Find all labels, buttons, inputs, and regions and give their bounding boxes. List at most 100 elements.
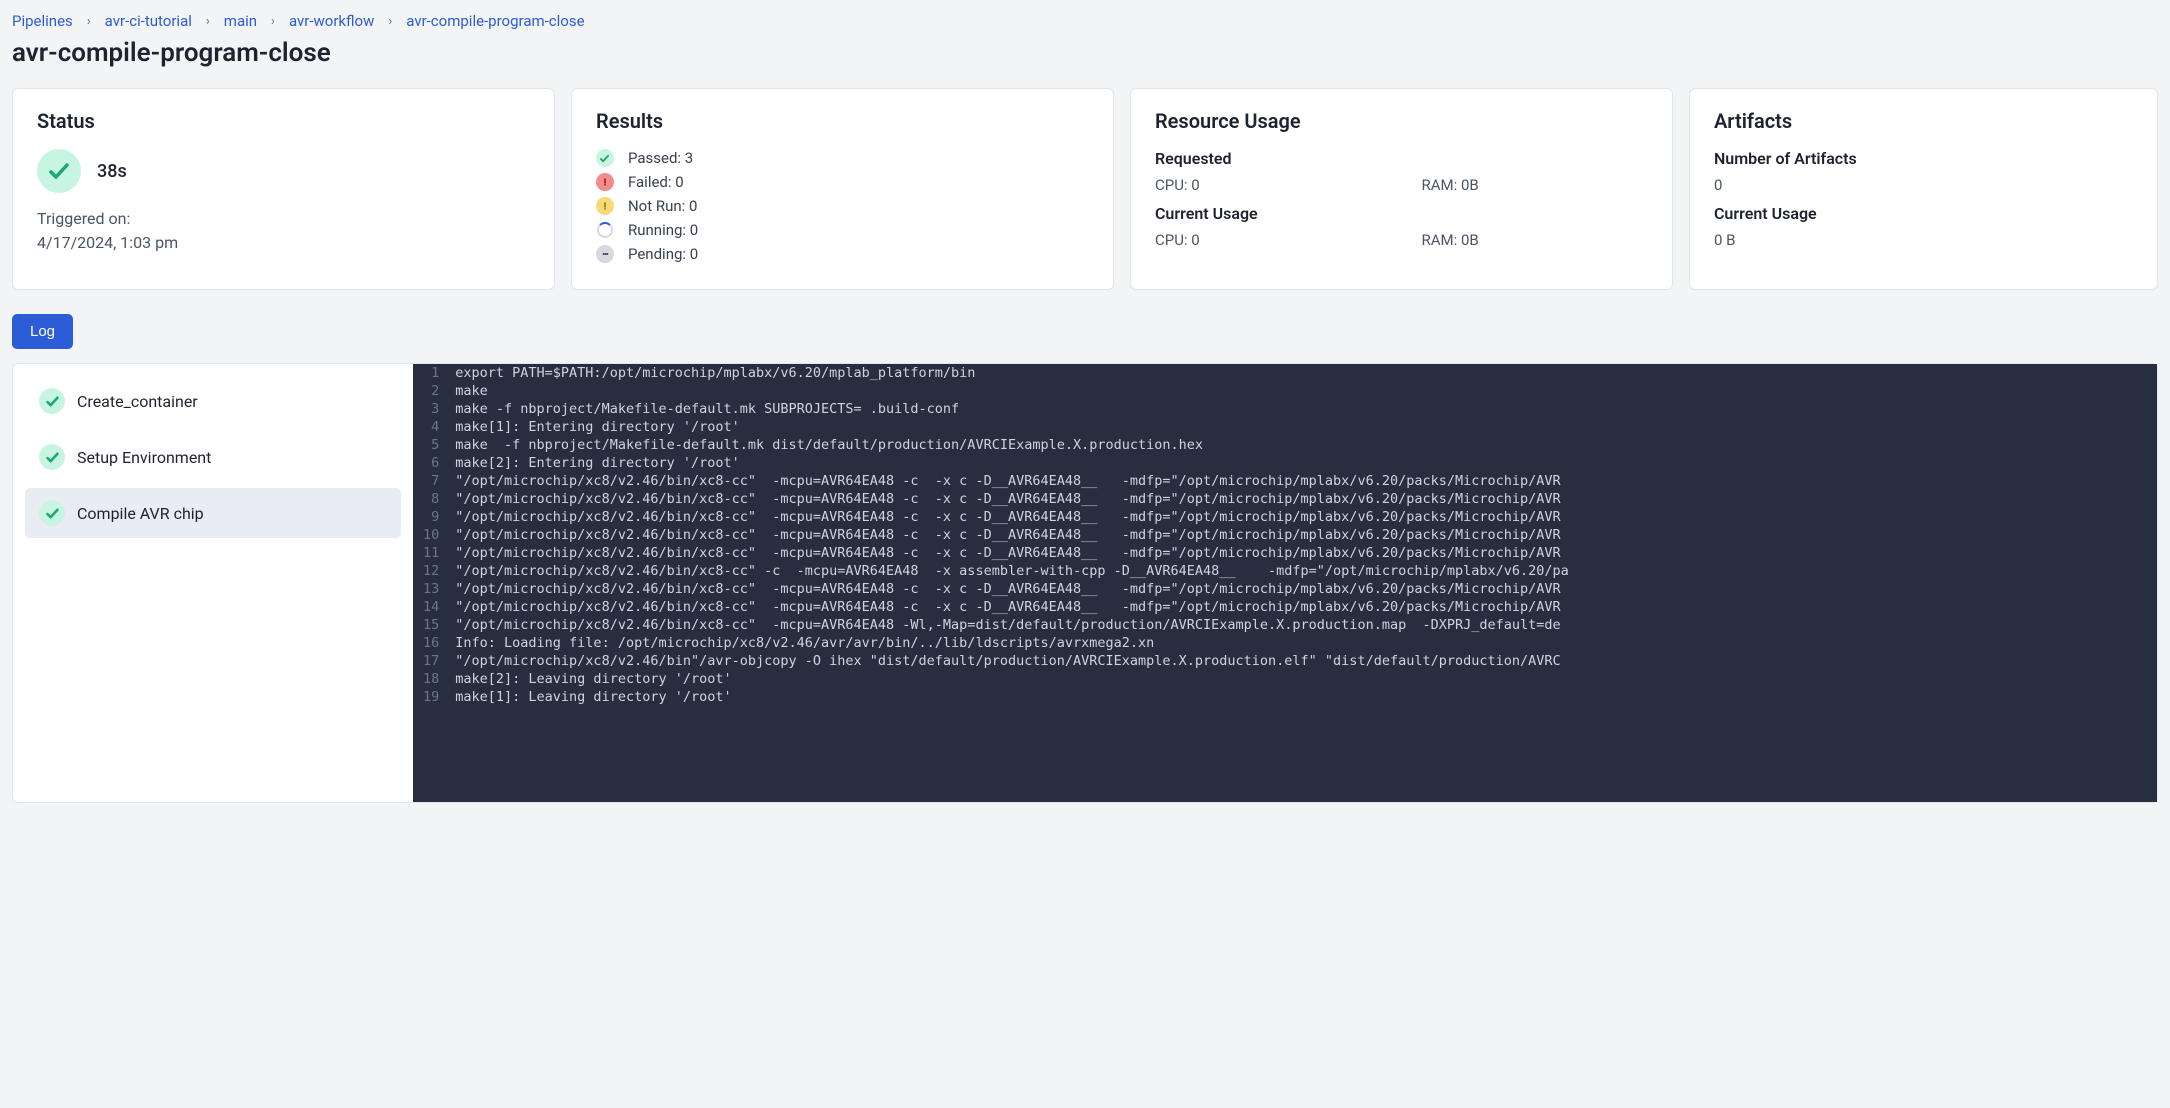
line-content: make[1]: Entering directory '/root' (449, 418, 2157, 436)
req-ram: RAM: 0B (1421, 176, 1648, 194)
line-number: 9 (413, 508, 449, 526)
line-number: 15 (413, 616, 449, 634)
line-number: 19 (413, 688, 449, 706)
results-running-row: Running: 0 (596, 221, 1089, 239)
step-label: Create_container (77, 392, 198, 411)
line-content: Info: Loading file: /opt/microchip/xc8/v… (449, 634, 2157, 652)
log-line: 13"/opt/microchip/xc8/v2.46/bin/xc8-cc" … (413, 580, 2157, 598)
pending-icon: ••• (596, 245, 614, 263)
results-notrun: Not Run: 0 (628, 197, 697, 215)
log-line: 17"/opt/microchip/xc8/v2.46/bin"/avr-obj… (413, 652, 2157, 670)
chevron-right-icon: › (206, 14, 210, 29)
results-card: Results Passed: 3 Failed: 0 Not Run: 0 R… (571, 88, 1114, 290)
log-output[interactable]: 1export PATH=$PATH:/opt/microchip/mplabx… (413, 364, 2157, 802)
line-number: 13 (413, 580, 449, 598)
log-line: 7"/opt/microchip/xc8/v2.46/bin/xc8-cc" -… (413, 472, 2157, 490)
log-line: 15"/opt/microchip/xc8/v2.46/bin/xc8-cc" … (413, 616, 2157, 634)
log-line: 11"/opt/microchip/xc8/v2.46/bin/xc8-cc" … (413, 544, 2157, 562)
line-number: 10 (413, 526, 449, 544)
step-setup-environment[interactable]: Setup Environment (25, 432, 401, 482)
resource-heading: Resource Usage (1155, 109, 1648, 133)
log-line: 18make[2]: Leaving directory '/root' (413, 670, 2157, 688)
breadcrumb: Pipelines › avr-ci-tutorial › main › avr… (12, 12, 2158, 30)
line-number: 6 (413, 454, 449, 472)
log-line: 1export PATH=$PATH:/opt/microchip/mplabx… (413, 364, 2157, 382)
line-number: 18 (413, 670, 449, 688)
status-duration: 38s (97, 161, 127, 182)
line-content: "/opt/microchip/xc8/v2.46/bin/xc8-cc" -m… (449, 544, 2157, 562)
log-line: 12"/opt/microchip/xc8/v2.46/bin/xc8-cc" … (413, 562, 2157, 580)
line-content: make[1]: Leaving directory '/root' (449, 688, 2157, 706)
breadcrumb-pipelines[interactable]: Pipelines (12, 12, 73, 30)
line-content: "/opt/microchip/xc8/v2.46/bin/xc8-cc" -m… (449, 616, 2157, 634)
results-failed: Failed: 0 (628, 173, 684, 191)
chevron-right-icon: › (388, 14, 392, 29)
results-failed-row: Failed: 0 (596, 173, 1089, 191)
log-line: 9"/opt/microchip/xc8/v2.46/bin/xc8-cc" -… (413, 508, 2157, 526)
artifacts-current: 0 B (1714, 231, 2133, 249)
breadcrumb-branch[interactable]: main (224, 12, 257, 30)
artifacts-current-label: Current Usage (1714, 204, 2133, 223)
step-compile-avr-chip[interactable]: Compile AVR chip (25, 488, 401, 538)
breadcrumb-repo[interactable]: avr-ci-tutorial (105, 12, 192, 30)
alert-icon (596, 173, 614, 191)
line-content: "/opt/microchip/xc8/v2.46/bin/xc8-cc" -m… (449, 526, 2157, 544)
requested-label: Requested (1155, 149, 1648, 168)
log-line: 8"/opt/microchip/xc8/v2.46/bin/xc8-cc" -… (413, 490, 2157, 508)
step-create-container[interactable]: Create_container (25, 376, 401, 426)
line-number: 11 (413, 544, 449, 562)
log-line: 5make -f nbproject/Makefile-default.mk d… (413, 436, 2157, 454)
line-content: make -f nbproject/Makefile-default.mk SU… (449, 400, 2157, 418)
line-content: "/opt/microchip/xc8/v2.46/bin/xc8-cc" -m… (449, 598, 2157, 616)
log-line: 3make -f nbproject/Makefile-default.mk S… (413, 400, 2157, 418)
line-content: export PATH=$PATH:/opt/microchip/mplabx/… (449, 364, 2157, 382)
breadcrumb-current: avr-compile-program-close (406, 12, 584, 30)
line-number: 17 (413, 652, 449, 670)
results-pending-row: ••• Pending: 0 (596, 245, 1089, 263)
line-number: 7 (413, 472, 449, 490)
line-number: 12 (413, 562, 449, 580)
artifacts-heading: Artifacts (1714, 109, 2133, 133)
line-content: make -f nbproject/Makefile-default.mk di… (449, 436, 2157, 454)
chevron-right-icon: › (271, 14, 275, 29)
check-icon (39, 388, 65, 414)
artifacts-count: 0 (1714, 176, 2133, 194)
log-line: 4make[1]: Entering directory '/root' (413, 418, 2157, 436)
line-content: "/opt/microchip/xc8/v2.46/bin/xc8-cc" -m… (449, 508, 2157, 526)
step-label: Compile AVR chip (77, 504, 204, 523)
log-line: 2make (413, 382, 2157, 400)
status-card: Status 38s Triggered on: 4/17/2024, 1:03… (12, 88, 555, 290)
check-icon (39, 500, 65, 526)
line-number: 14 (413, 598, 449, 616)
tab-log[interactable]: Log (12, 314, 73, 349)
line-content: make[2]: Entering directory '/root' (449, 454, 2157, 472)
results-passed-row: Passed: 3 (596, 149, 1089, 167)
line-content: "/opt/microchip/xc8/v2.46/bin/xc8-cc" -c… (449, 562, 2157, 580)
line-number: 1 (413, 364, 449, 382)
chevron-right-icon: › (87, 14, 91, 29)
line-number: 8 (413, 490, 449, 508)
line-number: 16 (413, 634, 449, 652)
triggered-on-value: 4/17/2024, 1:03 pm (37, 231, 530, 255)
results-passed: Passed: 3 (628, 149, 693, 167)
spinner-icon (596, 221, 614, 239)
req-cpu: CPU: 0 (1155, 176, 1382, 194)
log-line: 10"/opt/microchip/xc8/v2.46/bin/xc8-cc" … (413, 526, 2157, 544)
status-heading: Status (37, 109, 530, 133)
summary-cards: Status 38s Triggered on: 4/17/2024, 1:03… (12, 88, 2158, 290)
line-number: 5 (413, 436, 449, 454)
artifacts-card: Artifacts Number of Artifacts 0 Current … (1689, 88, 2158, 290)
line-content: "/opt/microchip/xc8/v2.46/bin/xc8-cc" -m… (449, 490, 2157, 508)
line-content: "/opt/microchip/xc8/v2.46/bin"/avr-objco… (449, 652, 2157, 670)
triggered-on-label: Triggered on: (37, 207, 530, 231)
breadcrumb-workflow[interactable]: avr-workflow (289, 12, 374, 30)
step-label: Setup Environment (77, 448, 211, 467)
resource-usage-card: Resource Usage Requested CPU: 0 RAM: 0B … (1130, 88, 1673, 290)
results-running: Running: 0 (628, 221, 698, 239)
log-line: 6make[2]: Entering directory '/root' (413, 454, 2157, 472)
line-content: make (449, 382, 2157, 400)
line-content: make[2]: Leaving directory '/root' (449, 670, 2157, 688)
cur-cpu: CPU: 0 (1155, 231, 1382, 249)
line-number: 4 (413, 418, 449, 436)
line-content: "/opt/microchip/xc8/v2.46/bin/xc8-cc" -m… (449, 580, 2157, 598)
